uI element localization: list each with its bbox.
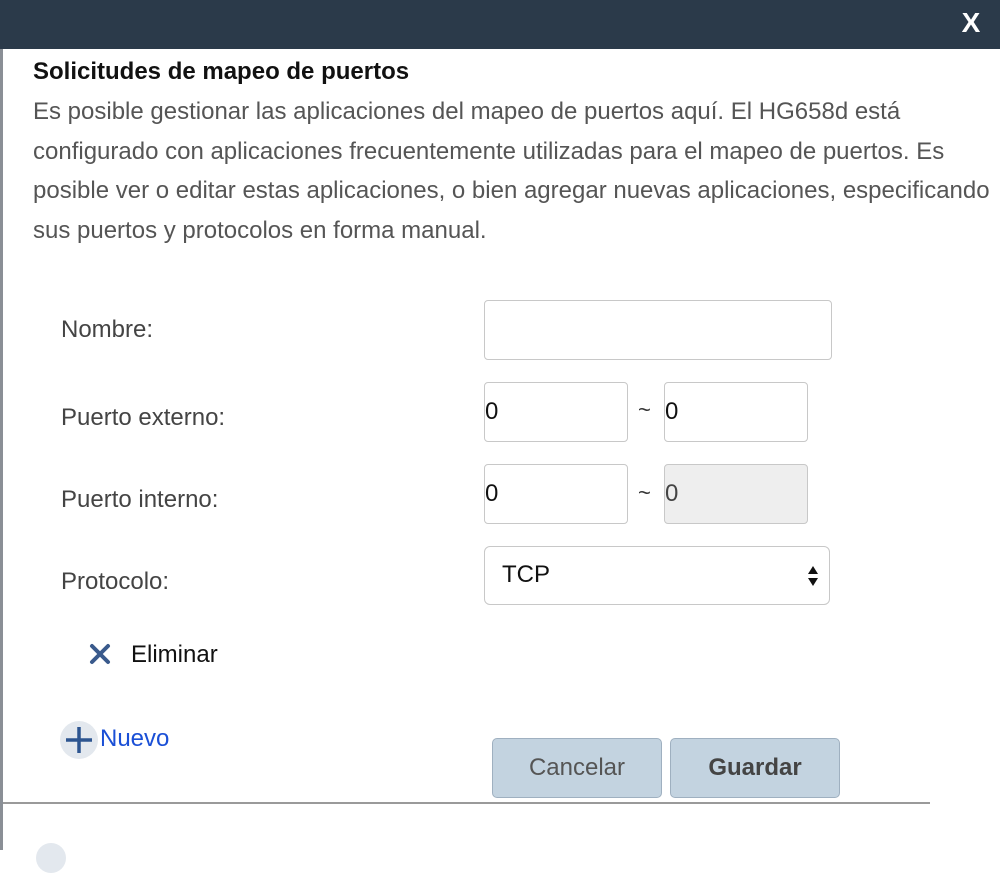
internal-port-end-input xyxy=(664,464,808,524)
external-port-separator: ~ xyxy=(638,397,651,422)
dialog-left-border xyxy=(0,0,3,850)
plus-icon xyxy=(60,721,98,759)
new-label: Nuevo xyxy=(100,725,170,752)
cancel-button[interactable]: Cancelar xyxy=(492,738,662,798)
name-label: Nombre: xyxy=(61,316,154,343)
dialog-title: Solicitudes de mapeo de puertos xyxy=(33,58,410,85)
delete-label: Eliminar xyxy=(131,641,218,668)
internal-port-separator: ~ xyxy=(638,480,651,505)
dialog-header-bar: X xyxy=(0,0,1000,49)
external-port-label: Puerto externo: xyxy=(61,404,226,431)
internal-port-label: Puerto interno: xyxy=(61,486,219,513)
external-port-end-input[interactable] xyxy=(664,382,808,442)
close-button[interactable]: X xyxy=(958,6,984,40)
save-button[interactable]: Guardar xyxy=(670,738,840,798)
close-icon[interactable]: X xyxy=(962,7,981,38)
protocol-label: Protocolo: xyxy=(61,568,170,595)
partial-icon xyxy=(36,843,66,873)
name-input[interactable] xyxy=(484,300,832,360)
protocol-select[interactable]: TCP xyxy=(484,546,830,605)
up-down-arrows-icon xyxy=(808,566,818,586)
footer-divider xyxy=(3,802,930,804)
external-port-start-input[interactable] xyxy=(484,382,628,442)
internal-port-start-input[interactable] xyxy=(484,464,628,524)
protocol-selected-value: TCP xyxy=(502,561,550,588)
x-icon xyxy=(90,644,110,664)
dialog-description: Es posible gestionar las aplicaciones de… xyxy=(33,98,990,244)
